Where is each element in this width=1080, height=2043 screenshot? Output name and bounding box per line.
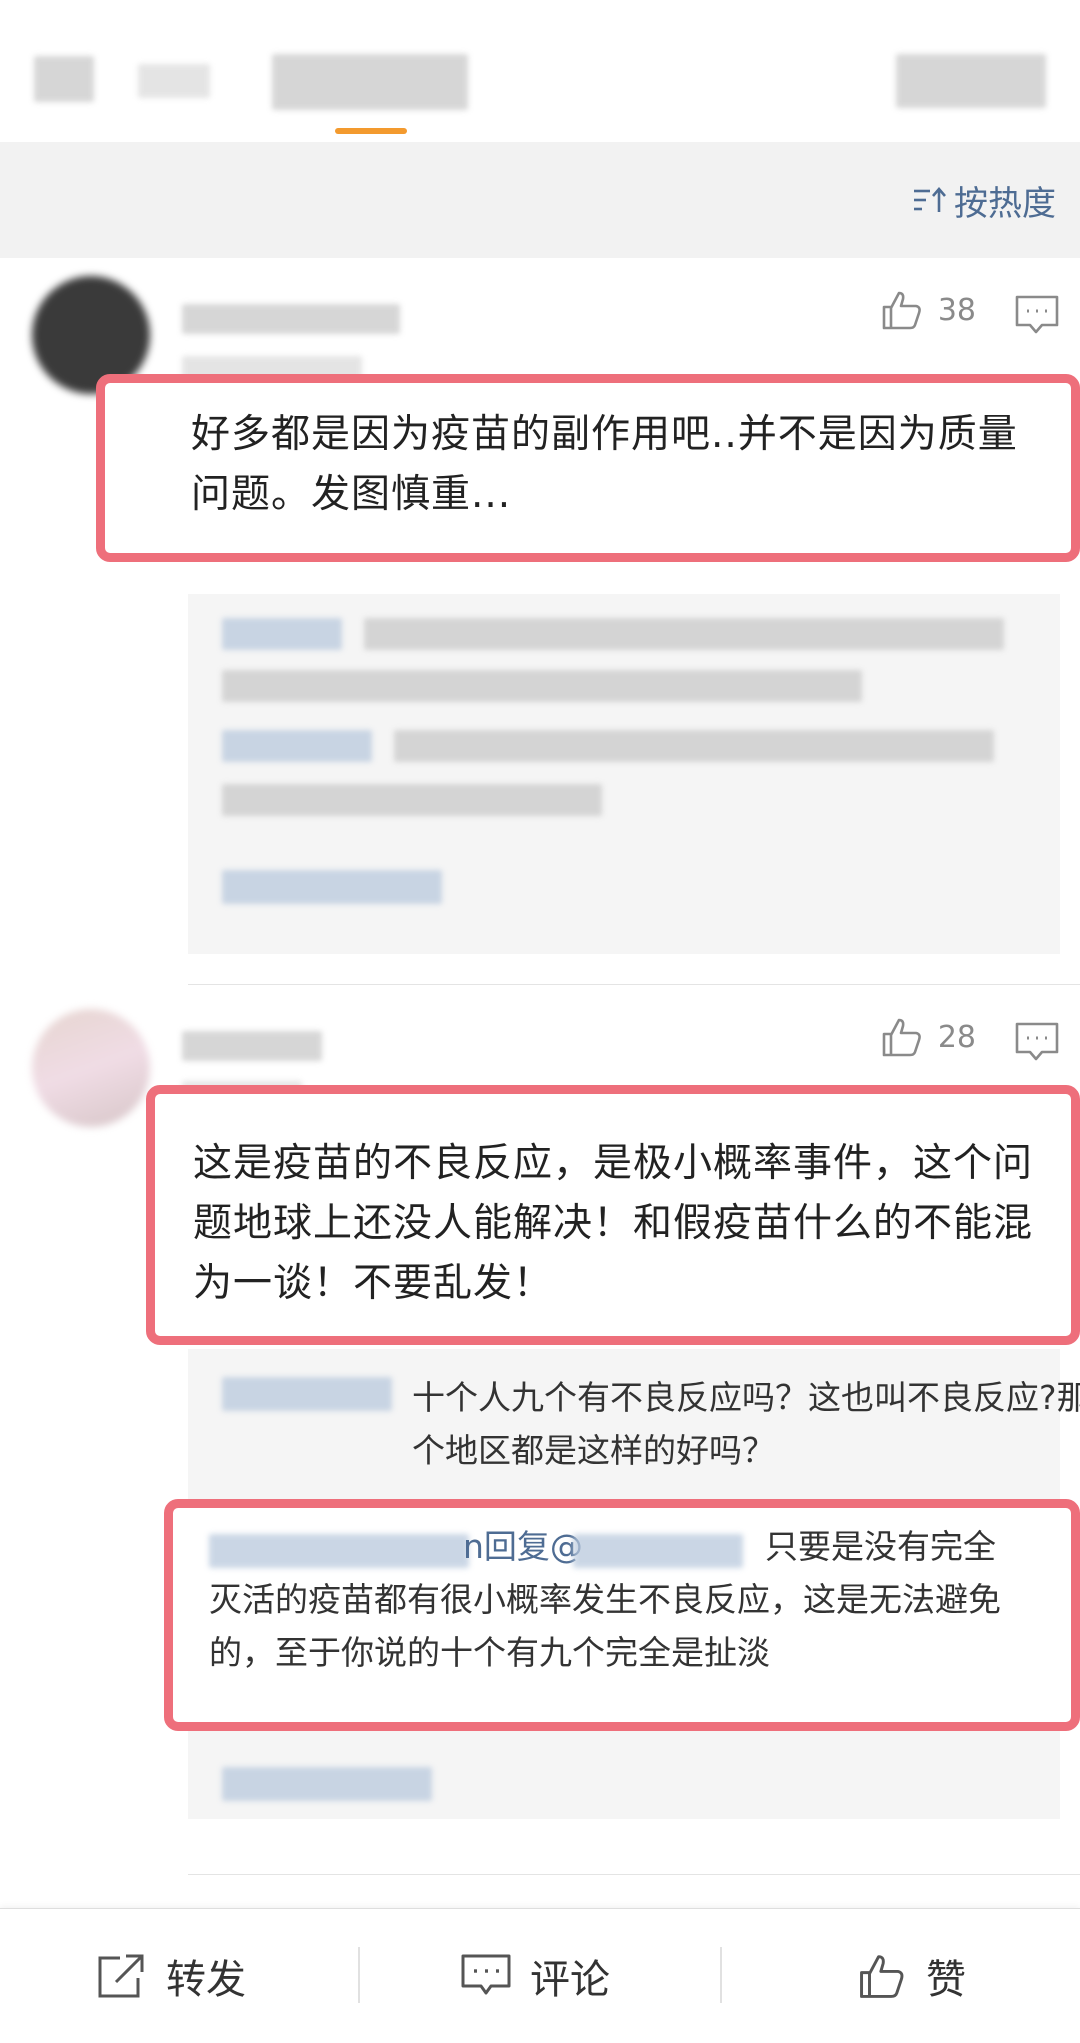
forward-button[interactable]: 转发: [96, 1909, 246, 2043]
top-tab-bar: [0, 0, 1080, 143]
tab-blurred-1[interactable]: [34, 56, 94, 102]
comment-label: 评论: [530, 1957, 610, 2003]
like-post-button[interactable]: 赞: [856, 1909, 966, 2043]
reply-name-blurred[interactable]: [222, 730, 372, 762]
avatar[interactable]: [32, 1009, 150, 1127]
sort-label: 按热度: [954, 183, 1056, 224]
sort-icon: [914, 187, 946, 212]
comment-button[interactable]: 评论: [460, 1909, 610, 2043]
like-label: 赞: [926, 1957, 966, 2003]
like-button[interactable]: 28: [880, 1015, 976, 1059]
comment-item-2: 28 这是疫苗的不良反应，是极小概率事件，这个问题地球上还没人能解决！和假疫苗什…: [0, 985, 1080, 1875]
reply-text: 只要是没有完全灭活的疫苗都有很小概率发生不良反应，这是无法避免的，至于你说的十个…: [209, 1527, 1001, 1672]
sort-bar: 按热度: [0, 142, 1080, 259]
sort-by-heat-button[interactable]: 按热度: [912, 178, 1056, 224]
like-count: 38: [937, 292, 976, 328]
comment-item-1: 38 好多都是因为疫苗的副作用吧..并不是因为质量问题。发图慎重...: [0, 258, 1080, 984]
comment-text: 这是疫苗的不良反应，是极小概率事件，这个问题地球上还没人能解决！和假疫苗什么的不…: [193, 1141, 1034, 1306]
reply-blurred-line: [394, 730, 994, 762]
tab-blurred-3[interactable]: [896, 54, 1046, 108]
reply-name-blurred[interactable]: [222, 1377, 392, 1411]
thumbs-up-icon: [882, 1018, 921, 1057]
highlighted-reply-box: n回复@ 只要是没有完全灭活的疫苗都有很小概率发生不良反应，这是无法避免的，至于…: [164, 1499, 1080, 1731]
thumbs-up-icon: [882, 291, 921, 330]
reply-blurred-line: [364, 618, 1004, 650]
more-replies-link-blurred[interactable]: [222, 870, 442, 904]
more-replies-link-blurred[interactable]: [222, 1767, 432, 1801]
bottom-action-bar: 转发 评论 赞: [0, 1908, 1080, 2043]
reply-comment-icon[interactable]: [1014, 1021, 1060, 1063]
reply-panel: [188, 594, 1060, 954]
separator: [358, 1947, 360, 2003]
comment-text: 好多都是因为疫苗的副作用吧..并不是因为质量问题。发图慎重...: [191, 412, 1018, 517]
share-icon: [98, 1954, 144, 1998]
username-blurred[interactable]: [182, 304, 400, 334]
thumbs-up-icon: [860, 1955, 904, 1998]
forward-label: 转发: [166, 1957, 246, 2003]
reply-text: 十个人九个有不良反应吗？这也叫不良反应?那个地区都是这样的好吗？: [412, 1378, 1080, 1470]
highlighted-comment-box: 好多都是因为疫苗的副作用吧..并不是因为质量问题。发图慎重...: [96, 374, 1080, 562]
divider: [188, 1874, 1080, 1875]
username-blurred[interactable]: [182, 1031, 322, 1061]
reply-blurred-line: [222, 784, 602, 816]
comment-icon: [461, 1954, 511, 1995]
highlighted-comment-box: 这是疫苗的不良反应，是极小概率事件，这个问题地球上还没人能解决！和假疫苗什么的不…: [146, 1085, 1080, 1345]
reply-name-blurred[interactable]: [222, 618, 342, 650]
tab-blurred-2[interactable]: [272, 54, 468, 110]
tab-blurred-1b: [138, 64, 210, 98]
separator: [720, 1947, 722, 2003]
like-button[interactable]: 38: [880, 288, 976, 332]
reply-comment-icon[interactable]: [1014, 294, 1060, 336]
like-count: 28: [937, 1019, 976, 1055]
reply-blurred-line: [222, 670, 862, 702]
active-tab-indicator: [335, 128, 407, 134]
